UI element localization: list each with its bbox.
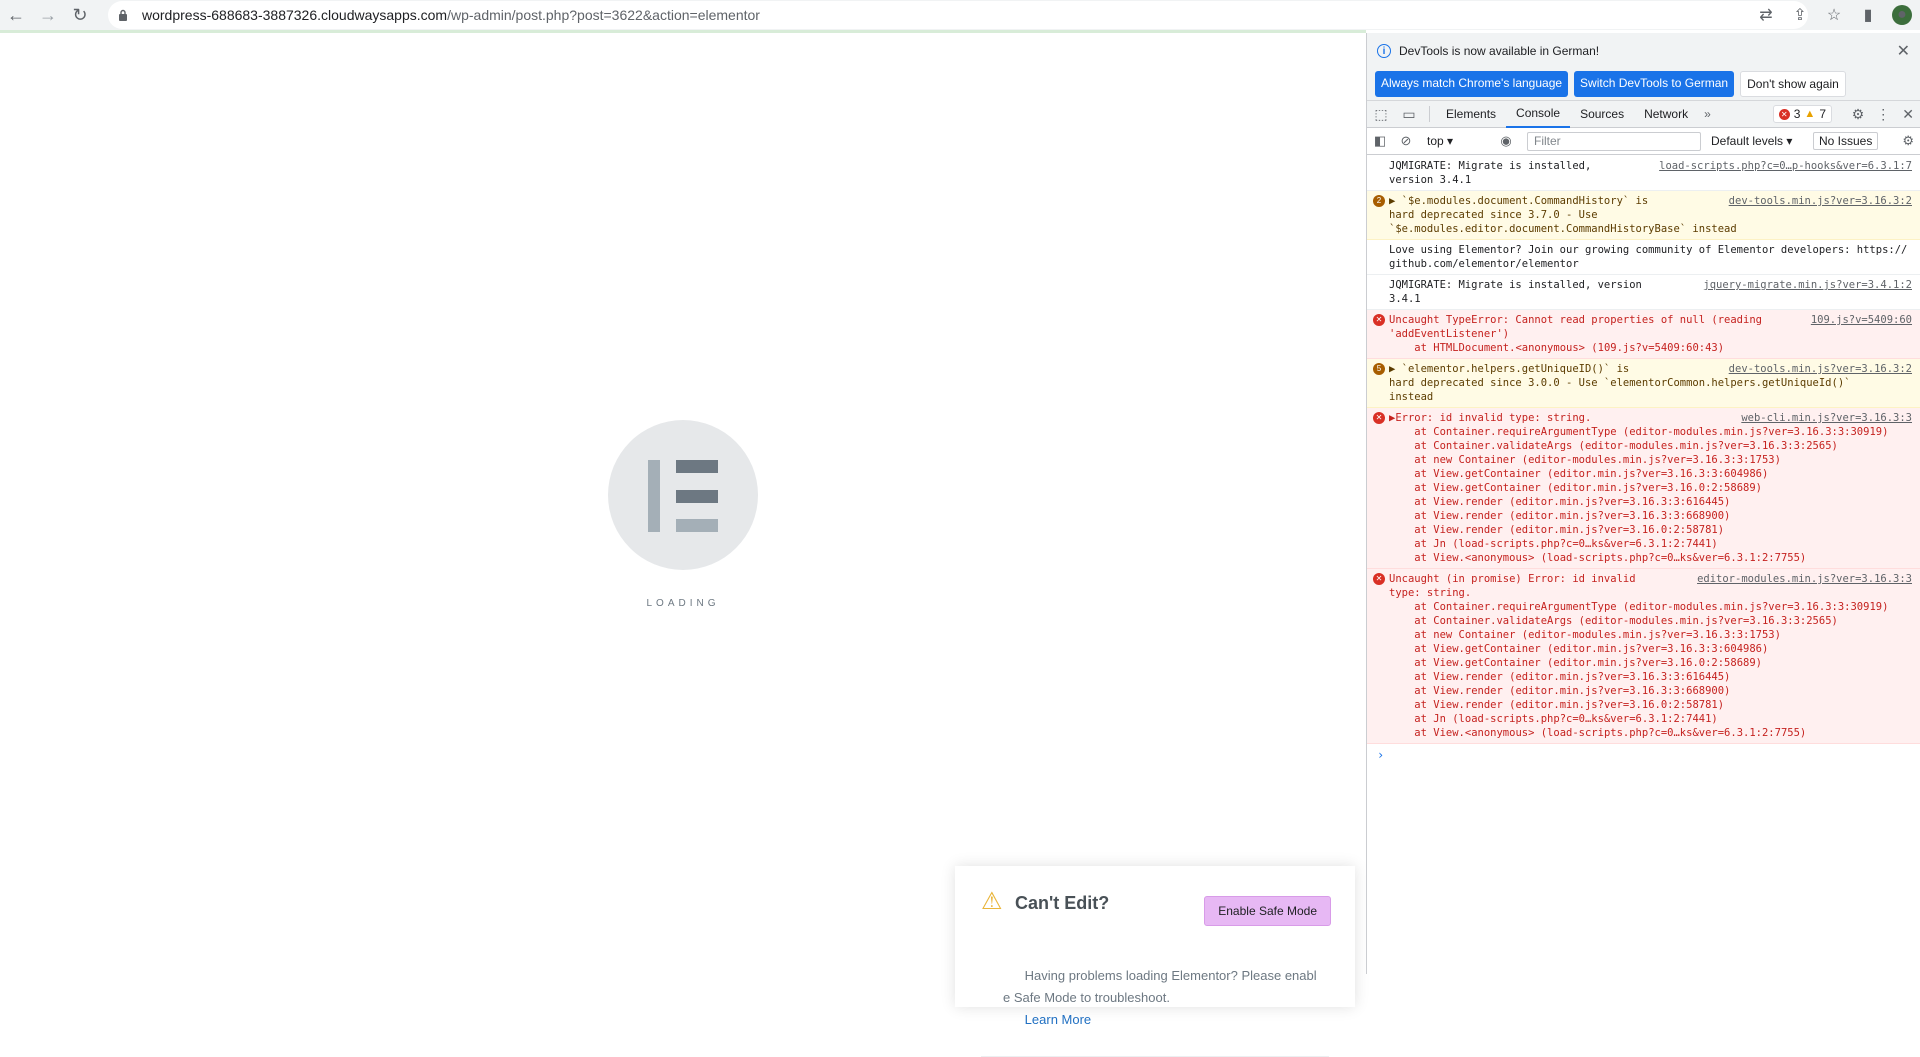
message-text: ▶Error: id invalid type: string. at Cont… bbox=[1389, 412, 1889, 564]
reload-icon[interactable]: ↻ bbox=[64, 0, 96, 30]
issue-counts[interactable]: ✕ 3 ▲ 7 bbox=[1772, 105, 1832, 123]
warning-count-badge: 2 bbox=[1373, 195, 1385, 207]
warning-count-badge: 5 bbox=[1373, 363, 1385, 375]
lock-icon bbox=[118, 7, 134, 23]
url-host: wordpress-688683-3887326.cloudwaysapps.c… bbox=[142, 7, 448, 23]
levels-label: Default levels bbox=[1711, 134, 1784, 148]
tab-network[interactable]: Network bbox=[1634, 101, 1698, 128]
browser-toolbar: ← → ↻ wordpress-688683-3887326.cloudways… bbox=[0, 0, 1920, 30]
devtools-tabbar: ⬚ ▭ Elements Console Sources Network » ✕… bbox=[1367, 101, 1920, 128]
warning-icon: ▲ bbox=[1804, 108, 1816, 120]
message-text: JQMIGRATE: Migrate is installed, version… bbox=[1389, 160, 1592, 186]
console-output: load-scripts.php?c=0…p-hooks&ver=6.3.1:7… bbox=[1367, 156, 1920, 974]
info-icon: i bbox=[1377, 44, 1391, 58]
match-language-button[interactable]: Always match Chrome's language bbox=[1375, 71, 1569, 97]
close-icon[interactable]: ✕ bbox=[1897, 41, 1910, 61]
error-count: 3 bbox=[1793, 107, 1801, 121]
source-link[interactable]: web-cli.min.js?ver=3.16.3:3 bbox=[1741, 411, 1912, 425]
cant-edit-dialog: ⚠ Can't Edit? Enable Safe Mode Having pr… bbox=[955, 866, 1355, 1057]
context-label: top bbox=[1427, 134, 1444, 148]
side-panel-icon[interactable]: ▮ bbox=[1858, 5, 1878, 25]
url-path: /wp-admin/post.php?post=3622&action=elem… bbox=[447, 7, 760, 23]
source-link[interactable]: jquery-migrate.min.js?ver=3.4.1:2 bbox=[1703, 278, 1912, 292]
learn-more-link[interactable]: Learn More bbox=[1025, 1012, 1091, 1027]
more-options-icon[interactable]: ⋮ bbox=[1876, 106, 1890, 123]
back-arrow-icon[interactable]: ← bbox=[0, 0, 32, 30]
console-settings-icon[interactable]: ⚙ bbox=[1902, 133, 1914, 149]
dialog-title: Can't Edit? bbox=[1015, 892, 1110, 913]
loading-label: LOADING bbox=[646, 598, 720, 609]
error-icon: ✕ bbox=[1778, 108, 1790, 120]
inspect-icon[interactable]: ⬚ bbox=[1367, 106, 1395, 123]
tab-console[interactable]: Console bbox=[1506, 101, 1571, 128]
address-bar[interactable]: wordpress-688683-3887326.cloudwaysapps.c… bbox=[108, 1, 1808, 29]
error-icon: ✕ bbox=[1373, 573, 1385, 585]
error-icon: ✕ bbox=[1373, 412, 1385, 424]
tab-elements[interactable]: Elements bbox=[1436, 101, 1506, 128]
tab-sources[interactable]: Sources bbox=[1570, 101, 1634, 128]
source-link[interactable]: editor-modules.min.js?ver=3.16.3:3 bbox=[1697, 572, 1912, 586]
devtools-panel: i DevTools is now available in German! ✕… bbox=[1366, 33, 1920, 974]
more-tabs-icon[interactable]: » bbox=[1698, 107, 1717, 121]
message-text: Uncaught TypeError: Cannot read properti… bbox=[1389, 314, 1762, 354]
share-icon[interactable]: ⇪ bbox=[1790, 5, 1810, 25]
console-prompt[interactable]: › bbox=[1367, 744, 1920, 766]
sidebar-toggle-icon[interactable]: ◧ bbox=[1367, 133, 1393, 149]
console-message[interactable]: Love using Elementor? Join our growing c… bbox=[1367, 240, 1920, 275]
console-message[interactable]: load-scripts.php?c=0…p-hooks&ver=6.3.1:7… bbox=[1367, 156, 1920, 191]
language-infobar: i DevTools is now available in German! ✕… bbox=[1367, 33, 1920, 101]
levels-dropdown[interactable]: Default levels ▾ bbox=[1711, 134, 1792, 148]
warning-icon: ⚠ bbox=[981, 888, 1003, 915]
console-message[interactable]: 5 dev-tools.min.js?ver=3.16.3:2 ▶ `element… bbox=[1367, 359, 1920, 408]
message-text: JQMIGRATE: Migrate is installed, version… bbox=[1389, 279, 1642, 305]
switch-german-button[interactable]: Switch DevTools to German bbox=[1574, 71, 1735, 97]
console-message[interactable]: ✕ 109.js?v=5409:60 Uncaught TypeError: Can… bbox=[1367, 310, 1920, 359]
message-text: Uncaught (in promise) Error: id invalid … bbox=[1389, 573, 1889, 739]
console-message[interactable]: 2 dev-tools.min.js?ver=3.16.3:2 ▶ `$e.modu… bbox=[1367, 191, 1920, 240]
enable-safe-mode-button[interactable]: Enable Safe Mode bbox=[1204, 896, 1331, 926]
dialog-message: Having problems loading Elementor? Pleas… bbox=[981, 940, 1329, 1057]
close-devtools-icon[interactable]: ✕ bbox=[1902, 106, 1914, 123]
source-link[interactable]: dev-tools.min.js?ver=3.16.3:2 bbox=[1729, 362, 1912, 376]
error-icon: ✕ bbox=[1373, 314, 1385, 326]
avatar[interactable]: ● bbox=[1892, 5, 1912, 25]
forward-arrow-icon[interactable]: → bbox=[32, 0, 64, 30]
warning-count: 7 bbox=[1819, 107, 1826, 121]
console-message[interactable]: ✕ web-cli.min.js?ver=3.16.3:3 ▶Error: id i… bbox=[1367, 408, 1920, 569]
clear-console-icon[interactable]: ⊘ bbox=[1393, 133, 1419, 149]
translate-icon[interactable]: ⇄ bbox=[1756, 5, 1776, 25]
source-link[interactable]: 109.js?v=5409:60 bbox=[1811, 313, 1912, 327]
filter-input[interactable]: Filter bbox=[1527, 132, 1701, 151]
infobar-text: DevTools is now available in German! bbox=[1399, 44, 1600, 58]
console-toolbar: ◧ ⊘ top ▾ ◉ Filter Default levels ▾ No I… bbox=[1367, 128, 1920, 155]
console-message[interactable]: jquery-migrate.min.js?ver=3.4.1:2 JQMIGRA… bbox=[1367, 275, 1920, 310]
context-selector[interactable]: top ▾ bbox=[1423, 134, 1457, 148]
console-message[interactable]: ✕ editor-modules.min.js?ver=3.16.3:3 Uncau… bbox=[1367, 569, 1920, 744]
star-icon[interactable]: ☆ bbox=[1824, 5, 1844, 25]
device-toolbar-icon[interactable]: ▭ bbox=[1395, 106, 1423, 123]
dont-show-again-button[interactable]: Don't show again bbox=[1740, 71, 1846, 97]
issues-button[interactable]: No Issues bbox=[1813, 132, 1879, 150]
elementor-page: LOADING ⚠ Can't Edit? Enable Safe Mode H… bbox=[0, 33, 1366, 1057]
source-link[interactable]: dev-tools.min.js?ver=3.16.3:2 bbox=[1729, 194, 1912, 208]
live-expression-eye-icon[interactable]: ◉ bbox=[1493, 133, 1519, 149]
source-link[interactable]: load-scripts.php?c=0…p-hooks&ver=6.3.1:7 bbox=[1659, 159, 1912, 173]
elementor-logo-icon bbox=[608, 420, 758, 570]
message-text: ▶ `$e.modules.document.CommandHistory` i… bbox=[1389, 195, 1737, 235]
settings-gear-icon[interactable]: ⚙ bbox=[1852, 106, 1865, 123]
message-text: Love using Elementor? Join our growing c… bbox=[1389, 244, 1908, 270]
